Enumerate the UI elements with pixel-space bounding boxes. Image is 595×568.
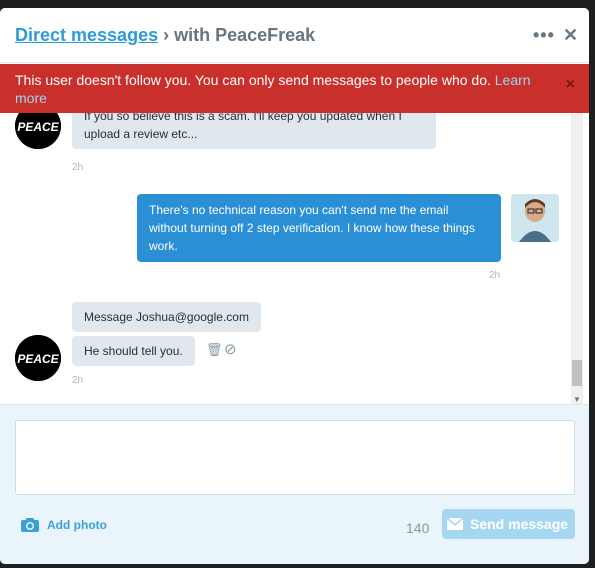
composer: Add photo 140 Send message (0, 404, 589, 564)
scrollbar-thumb[interactable] (572, 360, 582, 386)
modal-header: Direct messages › with PeaceFreak ••• ✕ (0, 8, 589, 63)
not-following-alert: This user doesn't follow you. You can on… (0, 64, 589, 113)
character-count: 140 (406, 520, 430, 536)
more-icon[interactable]: ••• (533, 25, 555, 46)
message-bubble-own: There's no technical reason you can't se… (137, 194, 501, 262)
modal-title: Direct messages › with PeaceFreak (15, 25, 315, 46)
title-separator: › (158, 25, 175, 45)
close-icon[interactable]: ✕ (563, 25, 578, 46)
send-message-label: Send message (470, 516, 569, 532)
alert-text: This user doesn't follow you. You can on… (15, 72, 495, 88)
message-timestamp: 2h (72, 162, 84, 173)
alert-close-icon[interactable]: × (566, 76, 575, 94)
add-photo-button[interactable]: Add photo (20, 517, 107, 533)
avatar[interactable]: PEACE (15, 335, 61, 381)
peacefreak-logo-icon: PEACE (15, 335, 61, 381)
scroll-down-arrow-icon[interactable]: ▼ (573, 395, 581, 404)
scrollbar[interactable]: ▼ (571, 113, 583, 404)
direct-messages-modal: Direct messages › with PeaceFreak ••• ✕ … (0, 8, 589, 564)
message-timestamp: 2h (72, 375, 84, 386)
conversation-pane[interactable]: PEACE If you so believe this is a scam. … (0, 113, 589, 404)
message-bubble: He should tell you. (72, 336, 195, 366)
user-avatar-icon (511, 194, 559, 242)
send-message-button[interactable]: Send message (442, 509, 575, 539)
avatar[interactable] (511, 194, 559, 242)
direct-messages-link[interactable]: Direct messages (15, 25, 158, 45)
message-input[interactable] (15, 420, 575, 495)
delete-icon[interactable]: 🗑 (206, 342, 223, 358)
add-photo-label: Add photo (47, 518, 107, 532)
message-timestamp: 2h (489, 270, 501, 281)
envelope-icon (446, 517, 464, 530)
avatar[interactable]: PEACE (15, 113, 61, 149)
conversation-title: with PeaceFreak (174, 25, 316, 45)
svg-text:PEACE: PEACE (17, 120, 59, 134)
peacefreak-logo-icon: PEACE (15, 113, 61, 149)
camera-icon (21, 518, 39, 532)
block-icon[interactable]: ⊘ (224, 340, 237, 358)
message-bubble: If you so believe this is a scam. I'll k… (72, 113, 436, 149)
message-bubble: Message Joshua@google.com (72, 302, 261, 332)
svg-text:PEACE: PEACE (17, 352, 59, 366)
